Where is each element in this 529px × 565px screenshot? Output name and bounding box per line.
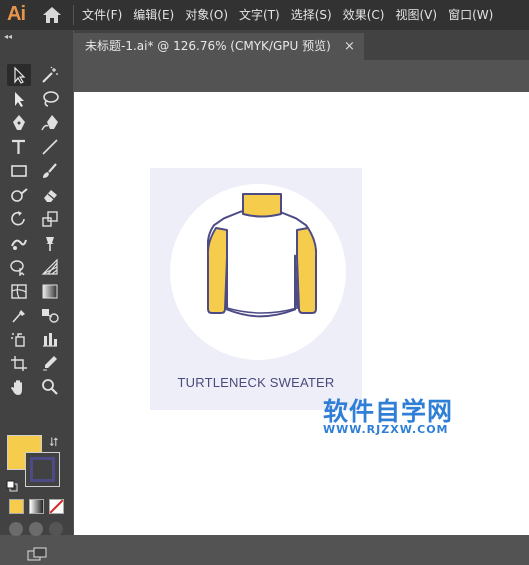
draw-normal-icon[interactable] [9,522,23,536]
gradient-mode-icon[interactable] [29,499,44,514]
tools-panel: ◂◂ ⮃ [0,30,73,561]
gradient-tool-icon[interactable] [38,280,62,302]
app-logo: Ai [7,3,26,25]
symbol-sprayer-icon[interactable] [7,328,31,350]
rectangle-tool-icon[interactable] [7,160,31,182]
selection-tool-icon[interactable] [7,64,31,86]
stroke-swatch[interactable] [25,452,60,487]
document-tab[interactable]: 未标题-1.ai* @ 126.76% (CMYK/GPU 预览) × [74,33,364,60]
screen-mode-icon[interactable] [27,546,47,561]
curvature-tool-icon[interactable] [38,112,62,134]
slice-tool-icon[interactable] [38,352,62,374]
none-mode-icon[interactable] [49,499,64,514]
color-mode-icon[interactable] [9,499,24,514]
warp-tool-icon[interactable] [7,232,31,254]
watermark-url: WWW.RJZXW.COM [323,423,449,436]
menu-type[interactable]: 文字(T) [239,0,280,30]
document-tab-title[interactable]: 未标题-1.ai* @ 126.76% (CMYK/GPU 预览) [85,33,331,60]
pen-tool-icon[interactable] [7,112,31,134]
artboard-tool-icon[interactable] [7,352,31,374]
default-colors-icon[interactable] [6,477,18,492]
eyedropper-icon[interactable] [7,304,31,326]
shaper-tool-icon[interactable] [7,184,31,206]
artwork-caption[interactable]: TURTLENECK SWEATER [150,375,362,390]
menu-view[interactable]: 视图(V) [395,0,437,30]
lasso-icon[interactable] [38,88,62,110]
mesh-tool-icon[interactable] [7,280,31,302]
menu-bar: Ai 文件(F) 编辑(E) 对象(O) 文字(T) 选择(S) 效果(C) 视… [0,0,529,30]
artboard[interactable]: TURTLENECK SWEATER [150,168,362,410]
close-icon[interactable]: × [344,33,355,60]
paintbrush-icon[interactable] [38,160,62,182]
home-icon[interactable] [42,6,62,24]
eraser-icon[interactable] [38,184,62,206]
document-top-area [74,60,529,92]
turtleneck-sweater-illustration[interactable] [207,192,317,320]
blend-tool-icon[interactable] [38,304,62,326]
draw-behind-icon[interactable] [29,522,43,536]
zoom-tool-icon[interactable] [38,376,62,398]
perspective-grid-icon[interactable] [38,256,62,278]
canvas[interactable]: TURTLENECK SWEATER 软件自学网 WWW.RJZXW.COM [74,92,529,535]
menu-list: 文件(F) 编辑(E) 对象(O) 文字(T) 选择(S) 效果(C) 视图(V… [82,0,504,30]
rotate-tool-icon[interactable] [7,208,31,230]
document-tab-bar: 未标题-1.ai* @ 126.76% (CMYK/GPU 预览) × [74,30,529,60]
direct-selection-icon[interactable] [7,88,31,110]
puppet-warp-icon[interactable] [38,232,62,254]
magic-wand-icon[interactable] [38,64,62,86]
hand-tool-icon[interactable] [7,376,31,398]
draw-inside-icon[interactable] [49,522,63,536]
menu-edit[interactable]: 编辑(E) [133,0,174,30]
collapse-panel-icon[interactable]: ◂◂ [4,32,12,42]
menu-select[interactable]: 选择(S) [291,0,332,30]
menu-object[interactable]: 对象(O) [185,0,228,30]
menu-window[interactable]: 窗口(W) [448,0,493,30]
shape-builder-icon[interactable] [7,256,31,278]
column-graph-icon[interactable] [38,328,62,350]
swap-fill-stroke-icon[interactable]: ⮃ [49,435,59,450]
line-tool-icon[interactable] [38,136,62,158]
menu-divider [73,5,74,25]
type-tool-icon[interactable] [7,136,31,158]
scale-tool-icon[interactable] [38,208,62,230]
menu-effect[interactable]: 效果(C) [343,0,385,30]
menu-file[interactable]: 文件(F) [82,0,122,30]
